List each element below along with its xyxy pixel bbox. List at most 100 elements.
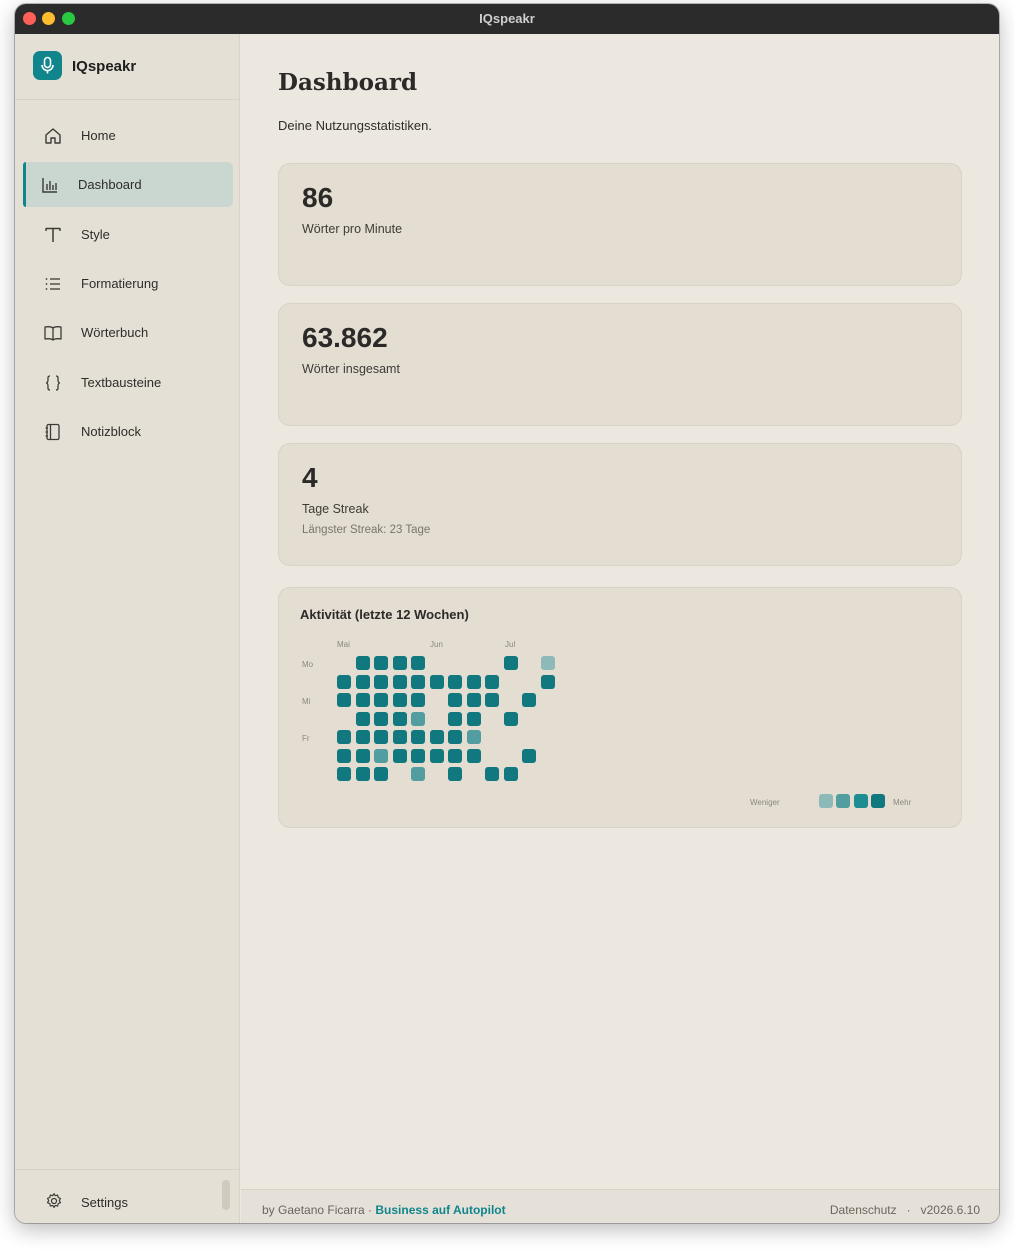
activity-cell — [503, 767, 518, 781]
activity-cell — [448, 674, 462, 689]
activity-cell — [466, 693, 481, 707]
braces-icon — [45, 375, 61, 391]
page-title: Dashboard — [278, 69, 418, 96]
activity-cell — [355, 693, 370, 707]
microphone-icon — [33, 51, 62, 80]
activity-cell — [392, 730, 407, 744]
day-label: Fr — [302, 734, 310, 743]
title-bar: IQspeakr — [15, 4, 999, 34]
sidebar-item-home[interactable]: Home — [23, 113, 233, 158]
brand: IQspeakr — [15, 34, 240, 100]
activity-cell — [411, 767, 425, 781]
activity-cell — [466, 730, 481, 744]
activity-cell — [392, 674, 407, 689]
legend-less-label: Weniger — [750, 798, 780, 807]
activity-cell — [485, 767, 499, 781]
activity-cell — [374, 674, 388, 689]
activity-cell — [355, 730, 370, 744]
stat-value: 63.862 — [302, 322, 388, 353]
list-icon — [45, 278, 60, 290]
activity-title: Aktivität (letzte 12 Wochen) — [300, 607, 469, 622]
sidebar-item-textbausteine[interactable]: Textbausteine — [23, 360, 233, 405]
sidebar-item-style[interactable]: Style — [23, 212, 233, 257]
main-content: Dashboard Deine Nutzungsstatistiken. 86 … — [241, 34, 999, 1223]
activity-cell — [392, 693, 407, 707]
sidebar-item-woerterbuch[interactable]: Wörterbuch — [23, 310, 233, 355]
activity-cell — [503, 656, 518, 670]
activity-cell — [540, 674, 555, 689]
activity-cell — [448, 767, 462, 781]
day-label: Mi — [302, 697, 311, 706]
book-icon — [44, 326, 62, 341]
page-subtitle: Deine Nutzungsstatistiken. — [278, 118, 432, 133]
activity-cell — [429, 730, 444, 744]
stat-label: Wörter insgesamt — [302, 362, 400, 376]
legend-swatch — [819, 794, 833, 808]
privacy-link[interactable]: Datenschutz — [830, 1203, 897, 1217]
activity-cell — [355, 711, 370, 726]
activity-cell — [337, 693, 351, 707]
sidebar-item-dashboard[interactable]: Dashboard — [23, 162, 233, 207]
activity-cell — [448, 693, 462, 707]
footer-credit: by Gaetano Ficarra · Business auf Autopi… — [262, 1203, 506, 1217]
sidebar-footer: Settings — [15, 1169, 240, 1223]
activity-cell — [374, 711, 388, 726]
settings-button[interactable]: Settings — [81, 1195, 128, 1210]
activity-cell — [448, 748, 462, 763]
activity-cell — [485, 674, 499, 689]
activity-cell — [448, 711, 462, 726]
sidebar-item-notizblock[interactable]: Notizblock — [23, 409, 233, 454]
notebook-icon — [45, 423, 60, 441]
activity-cell — [374, 748, 388, 763]
activity-cell — [355, 656, 370, 670]
home-icon — [45, 128, 61, 144]
sidebar-item-label: Wörterbuch — [81, 325, 149, 340]
brand-name: IQspeakr — [72, 58, 137, 75]
legend-swatch — [854, 794, 868, 808]
sidebar: IQspeakr Home Dashboard Style Formatieru… — [15, 34, 240, 1223]
stat-sub-label: Längster Streak: 23 Tage — [302, 524, 431, 536]
stat-label: Wörter pro Minute — [302, 222, 403, 236]
activity-cell — [392, 711, 407, 726]
stat-card-total-words: 63.862 Wörter insgesamt — [278, 303, 962, 426]
month-label: Jul — [505, 640, 516, 649]
activity-cell — [337, 748, 351, 763]
stat-card-wpm: 86 Wörter pro Minute — [278, 163, 962, 286]
activity-cell — [355, 674, 370, 689]
activity-cell — [392, 748, 407, 763]
activity-cell — [411, 693, 425, 707]
footer: by Gaetano Ficarra · Business auf Autopi… — [241, 1189, 999, 1223]
activity-cell — [466, 748, 481, 763]
sidebar-item-label: Textbausteine — [81, 375, 162, 390]
window-title: IQspeakr — [479, 11, 535, 26]
activity-cell — [411, 711, 425, 726]
activity-cell — [522, 748, 536, 763]
activity-cell — [392, 656, 407, 670]
gear-icon[interactable] — [45, 1192, 63, 1210]
activity-cell — [411, 748, 425, 763]
activity-card: Aktivität (letzte 12 Wochen) Mai Jun Jul… — [278, 587, 962, 828]
stat-value: 86 — [302, 182, 334, 213]
scrollbar-handle[interactable] — [222, 1180, 230, 1210]
sidebar-item-label: Style — [81, 227, 110, 242]
activity-cell — [411, 656, 425, 670]
activity-cell — [355, 748, 370, 763]
activity-cell — [466, 674, 481, 689]
sidebar-item-label: Home — [81, 128, 116, 143]
sidebar-item-formatierung[interactable]: Formatierung — [23, 261, 233, 306]
activity-cell — [503, 711, 518, 726]
activity-cell — [374, 730, 388, 744]
sidebar-item-label: Dashboard — [78, 177, 142, 192]
legend-swatch — [836, 794, 850, 808]
app-window: IQspeakr IQspeakr Home Dashboard Style F… — [15, 4, 999, 1223]
activity-cell — [485, 693, 499, 707]
month-label: Mai — [337, 640, 350, 649]
activity-cell — [337, 767, 351, 781]
sidebar-item-label: Formatierung — [81, 276, 159, 291]
footer-meta: Datenschutz · v2026.6.10 — [830, 1203, 980, 1217]
month-label: Jun — [430, 640, 443, 649]
activity-cell — [411, 730, 425, 744]
bar-chart-icon — [42, 178, 57, 193]
footer-link[interactable]: Business auf Autopilot — [375, 1203, 505, 1217]
legend-swatch — [871, 794, 885, 808]
